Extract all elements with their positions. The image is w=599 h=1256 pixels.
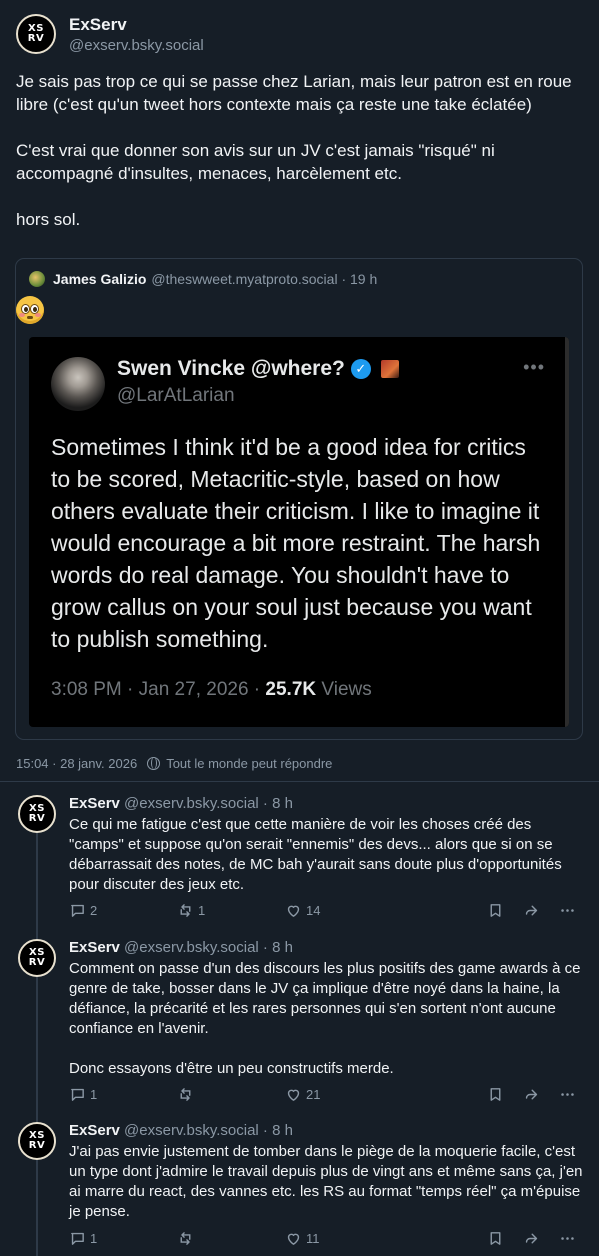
verified-badge-icon: ✓ [350, 359, 371, 379]
post-header: XS RV ExServ @exserv.bsky.social [16, 14, 204, 54]
more-options-icon [561, 1237, 574, 1240]
reply-count: 1 [90, 1087, 98, 1102]
share-button[interactable] [523, 902, 544, 919]
bookmark-button[interactable] [487, 1086, 508, 1103]
tweet-views-count: 25.7K [265, 679, 317, 700]
globe-icon [147, 757, 161, 770]
share-button[interactable] [523, 1230, 544, 1247]
reply-handle[interactable]: @exserv.bsky.social · 8 h [124, 795, 293, 812]
more-options-button[interactable] [559, 1230, 580, 1247]
like-count: 11 [306, 1231, 320, 1246]
repost-button[interactable] [177, 1230, 198, 1247]
repost-icon [180, 1232, 191, 1245]
tweet-author-name: Swen Vincke @where? ✓ [117, 357, 399, 381]
post-paragraph: C'est vrai que donner son avis sur un JV… [16, 141, 500, 183]
repost-button[interactable] [177, 1086, 198, 1103]
avatar[interactable]: XS RV [18, 939, 56, 977]
reply-handle[interactable]: @exserv.bsky.social · 8 h [124, 939, 293, 956]
repost-button[interactable]: 1 [177, 902, 205, 919]
share-icon [525, 905, 538, 916]
author-display-name[interactable]: ExServ [69, 15, 204, 35]
more-options-button[interactable] [559, 902, 580, 919]
share-icon [525, 1233, 538, 1244]
repost-icon [180, 1088, 191, 1101]
like-icon [287, 1089, 300, 1101]
post-paragraph: Je sais pas trop ce qui se passe chez La… [16, 72, 577, 114]
avatar-text-bottom: RV [28, 957, 46, 968]
post-meta: 15:04 · 28 janv. 2026 Tout le monde peut… [16, 756, 332, 771]
tweet-avatar [51, 357, 105, 411]
reply-display-name[interactable]: ExServ [69, 1122, 120, 1139]
more-options-icon: ••• [523, 357, 545, 377]
reply-button[interactable]: 1 [69, 1230, 97, 1247]
repost-icon [180, 904, 191, 917]
share-icon [525, 1089, 538, 1100]
avatar-text-bottom: RV [28, 813, 46, 824]
reply-actions: 1 11 [69, 1230, 584, 1248]
thread-line [36, 977, 38, 1124]
quote-handle: @theswweet.myatproto.social · 19 h [151, 271, 378, 287]
post-body: Je sais pas trop ce qui se passe chez La… [16, 70, 586, 254]
tweet-footer: 3:08 PM · Jan 27, 2026 · 25.7K Views [51, 679, 372, 701]
reply-button[interactable]: 2 [69, 902, 97, 919]
post-paragraph: hors sol. [16, 210, 81, 229]
bookmark-button[interactable] [487, 1230, 508, 1247]
reply-icon [71, 1088, 84, 1101]
thread-line [36, 1160, 38, 1256]
reply-display-name[interactable]: ExServ [69, 939, 120, 956]
quote-display-name: James Galizio [53, 271, 147, 287]
like-count: 14 [306, 903, 321, 918]
quote-header: James Galizio @theswweet.myatproto.socia… [29, 271, 377, 287]
reply-icon [71, 904, 84, 917]
embedded-tweet-screenshot[interactable]: Swen Vincke @where? ✓ @LarAtLarian ••• S… [29, 337, 569, 727]
bookmark-icon [490, 1088, 501, 1101]
reply-text: Ce qui me fatigue c'est que cette manièr… [69, 816, 562, 893]
avatar[interactable]: XS RV [18, 795, 56, 833]
share-button[interactable] [523, 1086, 544, 1103]
avatar[interactable]: XS RV [18, 1122, 56, 1160]
quote-avatar [29, 271, 45, 287]
bookmark-button[interactable] [487, 902, 508, 919]
like-button[interactable]: 14 [285, 902, 320, 919]
more-options-button[interactable] [559, 1086, 580, 1103]
like-button[interactable]: 11 [285, 1230, 320, 1247]
reply-handle[interactable]: @exserv.bsky.social · 8 h [124, 1122, 293, 1139]
more-options-icon [561, 1093, 574, 1096]
more-options-icon [561, 909, 574, 912]
affiliate-badge-icon [380, 360, 399, 378]
bookmark-icon [490, 904, 501, 917]
reply-text: J'ai pas envie justement de tomber dans … [69, 1143, 583, 1220]
flushed-face-emoji-icon [16, 296, 44, 324]
reply-count: 1 [90, 1231, 98, 1246]
tweet-author-name-text: Swen Vincke @where? [117, 357, 345, 380]
reply-display-name[interactable]: ExServ [69, 795, 120, 812]
reply-actions: 1 21 [69, 1086, 584, 1104]
avatar-text-bottom: RV [27, 33, 45, 44]
like-icon [287, 905, 300, 917]
tweet-time: 3:08 PM · Jan 27, 2026 · [51, 679, 266, 700]
reply-text: Comment on passe d'un des discours les p… [69, 960, 581, 1077]
reply-header: ExServ @exserv.bsky.social · 8 h [69, 939, 293, 957]
reply-icon [71, 1232, 84, 1245]
reply-actions: 2 1 14 [69, 902, 584, 920]
tweet-body: Sometimes I think it'd be a good idea fo… [51, 434, 541, 652]
post-timestamp: 15:04 · 28 janv. 2026 [16, 756, 138, 771]
like-icon [287, 1233, 300, 1245]
avatar[interactable]: XS RV [16, 14, 56, 54]
reply-header: ExServ @exserv.bsky.social · 8 h [69, 1122, 293, 1140]
reply-setting[interactable]: Tout le monde peut répondre [166, 756, 332, 771]
bookmark-icon [490, 1232, 501, 1245]
reply-header: ExServ @exserv.bsky.social · 8 h [69, 795, 293, 813]
divider [0, 781, 599, 782]
reply-count: 2 [90, 903, 98, 918]
avatar-text-bottom: RV [28, 1140, 46, 1151]
author-handle[interactable]: @exserv.bsky.social [69, 37, 204, 54]
thread-line [36, 833, 38, 940]
tweet-views-label: Views [316, 679, 372, 700]
like-count: 21 [306, 1087, 321, 1102]
tweet-author-handle: @LarAtLarian [117, 385, 235, 406]
reply-button[interactable]: 1 [69, 1086, 97, 1103]
like-button[interactable]: 21 [285, 1086, 320, 1103]
repost-count: 1 [198, 903, 206, 918]
